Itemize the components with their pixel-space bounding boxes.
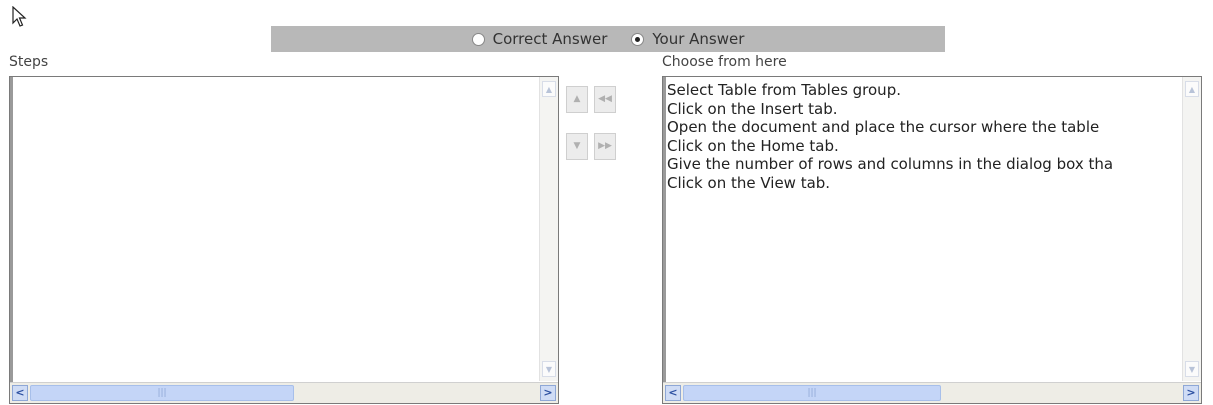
- list-item[interactable]: Open the document and place the cursor w…: [667, 118, 1181, 137]
- choices-listbox[interactable]: Select Table from Tables group. Click on …: [662, 76, 1202, 404]
- move-down-button[interactable]: ▼: [566, 133, 588, 160]
- scroll-down-icon[interactable]: ▼: [1185, 361, 1199, 377]
- choices-horizontal-scrollbar[interactable]: < ||| >: [663, 382, 1201, 403]
- scroll-up-icon[interactable]: ▲: [1185, 81, 1199, 97]
- scroll-right-icon[interactable]: >: [1183, 385, 1199, 401]
- scroll-down-icon[interactable]: ▼: [542, 361, 556, 377]
- scroll-left-icon[interactable]: <: [12, 385, 28, 401]
- your-answer-option[interactable]: Your Answer: [631, 30, 744, 48]
- choices-vertical-scrollbar[interactable]: ▲ ▼: [1182, 77, 1201, 381]
- steps-scroll-thumb[interactable]: |||: [30, 385, 294, 401]
- move-up-button[interactable]: ▲: [566, 86, 588, 113]
- list-item[interactable]: Click on the View tab.: [667, 174, 1181, 193]
- choose-label: Choose from here: [662, 54, 787, 70]
- move-to-steps-button[interactable]: ◀◀: [594, 86, 616, 113]
- choices-scroll-thumb[interactable]: |||: [683, 385, 941, 401]
- move-to-choices-button[interactable]: ▶▶: [594, 133, 616, 160]
- list-item[interactable]: Select Table from Tables group.: [667, 81, 1181, 100]
- steps-list[interactable]: [14, 81, 538, 381]
- listbox-edge: [663, 77, 666, 403]
- mouse-pointer-icon: [12, 6, 27, 27]
- answer-mode-bar: Correct Answer Your Answer: [271, 26, 945, 52]
- your-answer-label: Your Answer: [652, 30, 745, 48]
- scroll-up-icon[interactable]: ▲: [542, 81, 556, 97]
- list-item[interactable]: Click on the Insert tab.: [667, 100, 1181, 119]
- steps-listbox[interactable]: ▲ ▼ < ||| >: [9, 76, 559, 404]
- steps-horizontal-scrollbar[interactable]: < ||| >: [10, 382, 558, 403]
- scroll-left-icon[interactable]: <: [665, 385, 681, 401]
- correct-answer-label: Correct Answer: [492, 30, 608, 48]
- list-item[interactable]: Give the number of rows and columns in t…: [667, 155, 1181, 174]
- scroll-right-icon[interactable]: >: [540, 385, 556, 401]
- correct-answer-radio[interactable]: [471, 32, 485, 46]
- correct-answer-option[interactable]: Correct Answer: [471, 30, 608, 48]
- listbox-edge: [10, 77, 13, 403]
- list-item[interactable]: Click on the Home tab.: [667, 137, 1181, 156]
- your-answer-radio[interactable]: [631, 32, 645, 46]
- steps-label: Steps: [9, 54, 49, 70]
- steps-vertical-scrollbar[interactable]: ▲ ▼: [539, 77, 558, 381]
- choices-list[interactable]: Select Table from Tables group. Click on …: [667, 81, 1181, 381]
